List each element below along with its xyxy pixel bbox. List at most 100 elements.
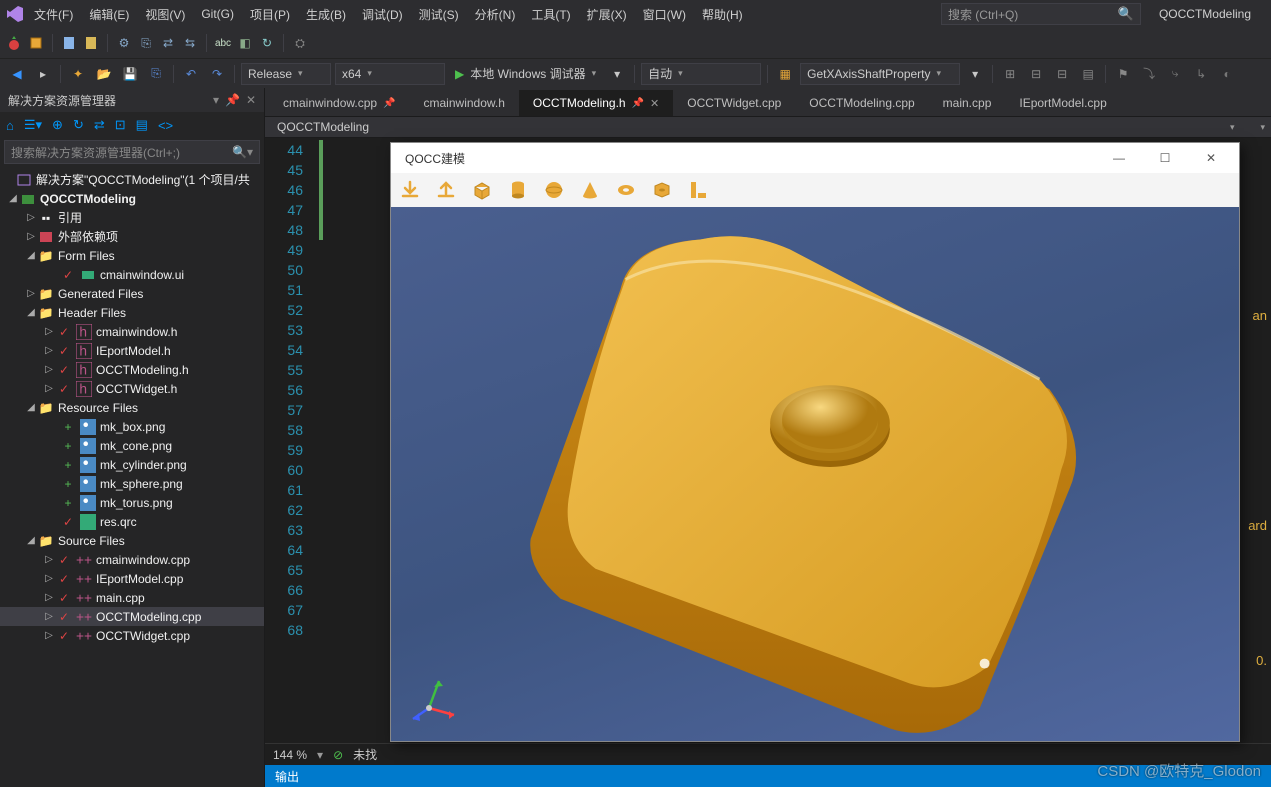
pin-icon[interactable]: 📌: [225, 93, 240, 107]
box-icon[interactable]: [471, 179, 493, 201]
menu-help[interactable]: 帮助(H): [696, 4, 749, 25]
close-icon[interactable]: ✕: [246, 93, 256, 107]
showall-icon[interactable]: ⊡: [115, 117, 126, 133]
step2-icon[interactable]: ⤷: [1164, 63, 1186, 85]
pin-icon[interactable]: 📌: [383, 98, 395, 109]
layout3-icon[interactable]: ⊟: [1051, 63, 1073, 85]
layout2-icon[interactable]: ⊟: [1025, 63, 1047, 85]
home-icon[interactable]: ⌂: [6, 118, 14, 133]
download-icon[interactable]: [399, 179, 421, 201]
tab-ieportmodel-cpp[interactable]: IEportModel.cpp: [1005, 90, 1120, 116]
menu-analyze[interactable]: 分析(N): [469, 4, 522, 25]
check-icon: ✓: [56, 324, 72, 340]
tool2-icon[interactable]: ⎘: [138, 35, 154, 51]
save-icon[interactable]: 💾: [119, 63, 141, 85]
stack-icon[interactable]: ▦: [774, 63, 796, 85]
sphere-icon[interactable]: [543, 179, 565, 201]
func-more[interactable]: ▾: [964, 63, 986, 85]
tab-occtmodeling-h[interactable]: OCCTModeling.h📌✕: [519, 90, 673, 116]
open-icon[interactable]: 📂: [93, 63, 115, 85]
start-debug-button[interactable]: ▶本地 Windows 调试器▾: [449, 63, 602, 85]
check-icon: ✓: [60, 514, 76, 530]
pin-icon[interactable]: 📌: [632, 98, 644, 109]
tab-cmainwindow-h[interactable]: cmainwindow.h: [410, 90, 519, 116]
ruler-icon[interactable]: [687, 179, 709, 201]
image-icon: [80, 457, 96, 473]
solution-search[interactable]: 搜索解决方案资源管理器(Ctrl+;) 🔍▾: [4, 140, 260, 164]
torus-icon[interactable]: [615, 179, 637, 201]
sync-icon[interactable]: ⇄: [94, 117, 105, 133]
zoom-level[interactable]: 144 %: [273, 748, 307, 762]
menu-file[interactable]: 文件(F): [28, 4, 79, 25]
new-icon[interactable]: ✦: [67, 63, 89, 85]
image-icon: [80, 438, 96, 454]
breadcrumb[interactable]: ++ QOCCTModeling ▾▾: [265, 116, 1271, 138]
menu-test[interactable]: 测试(S): [413, 4, 465, 25]
step1-icon[interactable]: ⤵: [1138, 63, 1160, 85]
tab-occtwidget-cpp[interactable]: OCCTWidget.cpp: [673, 90, 795, 116]
settings-icon[interactable]: ⛭: [292, 35, 308, 51]
menu-edit[interactable]: 编辑(E): [83, 4, 135, 25]
upload-icon[interactable]: [435, 179, 457, 201]
tool3-icon[interactable]: ⇄: [160, 35, 176, 51]
tool4-icon[interactable]: ⇆: [182, 35, 198, 51]
svg-text:++: ++: [76, 552, 92, 567]
maximize-button[interactable]: ☐: [1145, 144, 1185, 172]
props-icon[interactable]: ▤: [136, 117, 148, 133]
menu-build[interactable]: 生成(B): [300, 4, 352, 25]
platform-dropdown[interactable]: x64▾: [335, 63, 445, 85]
tab-occtmodeling-cpp[interactable]: OCCTModeling.cpp: [795, 90, 928, 116]
nav-fwd[interactable]: ▸: [32, 63, 54, 85]
external-icon: [38, 229, 54, 245]
refresh-icon[interactable]: ↻: [259, 35, 275, 51]
function-dropdown[interactable]: GetXAxisShaftProperty▾: [800, 63, 960, 85]
flag-icon[interactable]: ⚑: [1112, 63, 1134, 85]
shape-icon[interactable]: [651, 179, 673, 201]
cone-icon[interactable]: [579, 179, 601, 201]
menu-tools[interactable]: 工具(T): [525, 4, 576, 25]
menu-debug[interactable]: 调试(D): [356, 4, 409, 25]
config-dropdown[interactable]: Release▾: [241, 63, 331, 85]
close-icon[interactable]: ✕: [650, 97, 659, 110]
menu-extensions[interactable]: 扩展(X): [581, 4, 633, 25]
cube-icon[interactable]: [28, 35, 44, 51]
saveall-icon[interactable]: ⎘: [145, 63, 167, 85]
nav-back[interactable]: ◀: [6, 63, 28, 85]
doc-icon[interactable]: [61, 35, 77, 51]
pin-down-icon[interactable]: ▾: [213, 93, 219, 107]
doc2-icon[interactable]: [83, 35, 99, 51]
tool-a-icon[interactable]: ☰▾: [24, 117, 42, 133]
tab-main-cpp[interactable]: main.cpp: [929, 90, 1006, 116]
minimize-button[interactable]: —: [1099, 144, 1139, 172]
step4-icon[interactable]: ◐: [1216, 63, 1238, 85]
layout1-icon[interactable]: ⊞: [999, 63, 1021, 85]
code-icon[interactable]: <>: [158, 118, 173, 133]
tab-cmainwindow-cpp[interactable]: cmainwindow.cpp📌: [269, 90, 410, 116]
cylinder-icon[interactable]: [507, 179, 529, 201]
undo-icon[interactable]: ↶: [180, 63, 202, 85]
3d-viewport[interactable]: [391, 207, 1239, 741]
qocc-window[interactable]: QOCC建模 — ☐ ✕: [390, 142, 1240, 742]
tool-icon[interactable]: ⚙: [116, 35, 132, 51]
tool-b-icon[interactable]: ⊕: [52, 117, 63, 133]
layout4-icon[interactable]: ▤: [1077, 63, 1099, 85]
menu-git[interactable]: Git(G): [195, 5, 240, 23]
solution-tree[interactable]: 解决方案"QOCCTModeling"(1 个项目/共 ◢QOCCTModeli…: [0, 166, 264, 787]
step3-icon[interactable]: ↳: [1190, 63, 1212, 85]
menu-view[interactable]: 视图(V): [139, 4, 191, 25]
project-label: QOCCTModeling: [1145, 7, 1265, 21]
qocc-titlebar[interactable]: QOCC建模 — ☐ ✕: [391, 143, 1239, 173]
refresh2-icon[interactable]: ↻: [73, 117, 84, 133]
global-search[interactable]: 搜索 (Ctrl+Q) 🔍: [941, 3, 1141, 25]
more-icon[interactable]: ▾: [606, 63, 628, 85]
auto-dropdown[interactable]: 自动▾: [641, 63, 761, 85]
comment-icon[interactable]: ◧: [237, 35, 253, 51]
menu-window[interactable]: 窗口(W): [637, 4, 692, 25]
strawberry-icon[interactable]: [6, 35, 22, 51]
axis-triad[interactable]: [409, 673, 459, 723]
close-button[interactable]: ✕: [1191, 144, 1231, 172]
separator: [173, 65, 174, 83]
redo-icon[interactable]: ↷: [206, 63, 228, 85]
abc-icon[interactable]: abc: [215, 35, 231, 51]
menu-project[interactable]: 项目(P): [244, 4, 296, 25]
